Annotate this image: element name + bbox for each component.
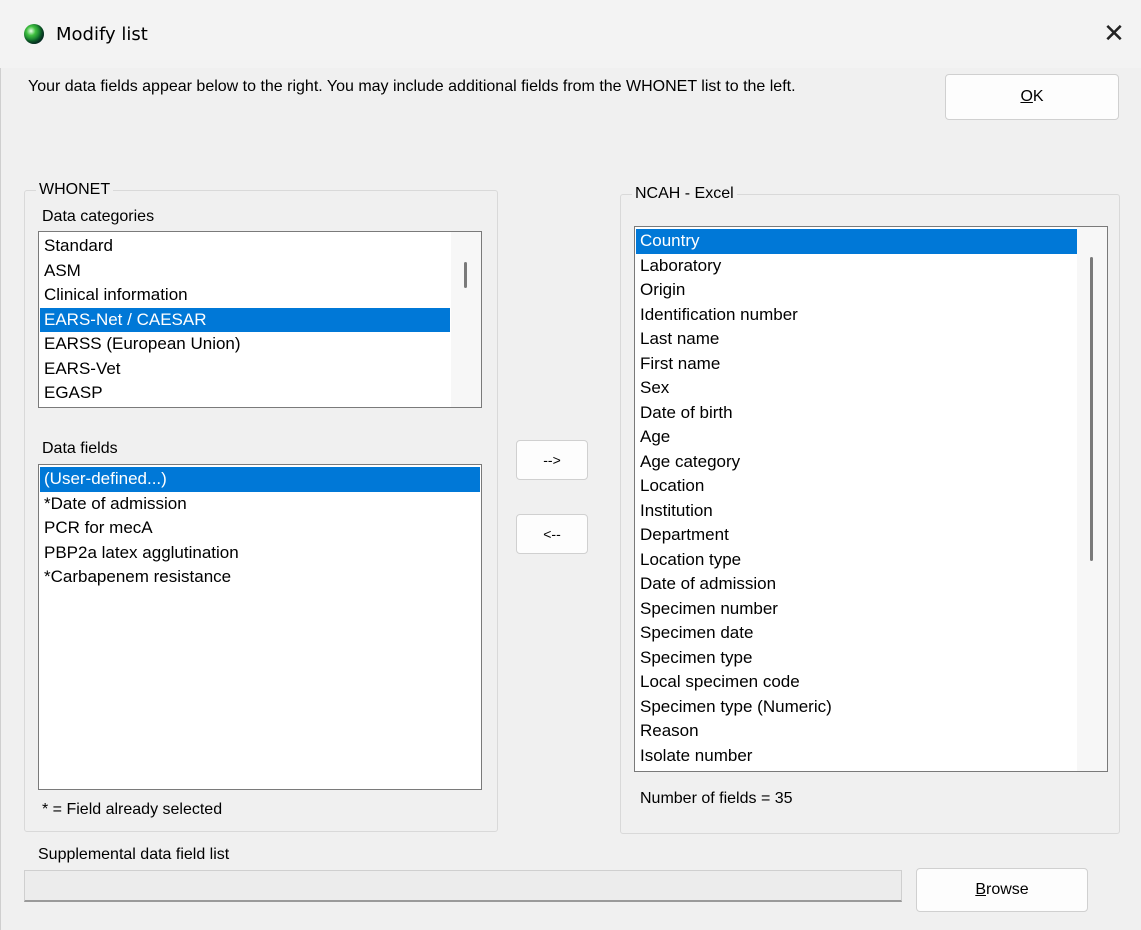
selected-field-list-item[interactable]: Age category	[636, 450, 1078, 475]
ok-button[interactable]: OK	[945, 74, 1119, 120]
selected-field-list-item[interactable]: Age	[636, 425, 1078, 450]
scrollbar-thumb[interactable]	[464, 262, 467, 288]
selected-field-list-item[interactable]: Isolate number	[636, 744, 1078, 769]
selected-field-list-item[interactable]: Specimen number	[636, 597, 1078, 622]
browse-mnemonic: B	[975, 881, 986, 898]
selected-field-list-item[interactable]: Reason	[636, 719, 1078, 744]
data-field-list-item[interactable]: *Carbapenem resistance	[40, 565, 480, 590]
selected-field-list-item[interactable]: Origin	[636, 278, 1078, 303]
data-categories-list[interactable]: Standard ASM Clinical information EARS-Net …	[38, 231, 482, 408]
supplemental-label: Supplemental data field list	[38, 846, 230, 863]
selected-field-list-item[interactable]: Local specimen code	[636, 670, 1078, 695]
instructions-text: Your data fields appear below to the rig…	[28, 78, 796, 95]
data-fields-label: Data fields	[42, 440, 118, 457]
field-selected-footnote: * = Field already selected	[42, 801, 223, 818]
selected-field-list-item[interactable]: Last name	[636, 327, 1078, 352]
globe-icon	[24, 24, 44, 44]
selected-field-list-item[interactable]: First name	[636, 352, 1078, 377]
selected-field-list-item[interactable]: Specimen date	[636, 621, 1078, 646]
category-list-item[interactable]: Clinical information	[40, 283, 450, 308]
scrollbar-thumb[interactable]	[1090, 257, 1093, 561]
data-categories-label: Data categories	[42, 208, 155, 225]
selected-field-list-item[interactable]: Laboratory	[636, 254, 1078, 279]
category-list-item[interactable]: EARSS (European Union)	[40, 332, 450, 357]
browse-label-rest: rowse	[985, 881, 1029, 898]
selected-field-list-item[interactable]: Date of birth	[636, 401, 1078, 426]
data-field-list-item[interactable]: PBP2a latex agglutination	[40, 541, 480, 566]
browse-button[interactable]: Browse	[916, 868, 1088, 912]
scrollbar[interactable]	[451, 232, 481, 407]
data-field-list-item[interactable]: PCR for mecA	[40, 516, 480, 541]
data-field-list-item[interactable]: (User-defined...)	[40, 467, 480, 492]
remove-field-button[interactable]: <--	[516, 514, 588, 554]
ok-label-rest: K	[1032, 88, 1044, 105]
selected-field-list-item[interactable]: Location type	[636, 548, 1078, 573]
supplemental-field-list-input[interactable]	[24, 870, 902, 902]
selected-field-list-item[interactable]: Sex	[636, 376, 1078, 401]
selected-field-list-item[interactable]: Location	[636, 474, 1078, 499]
selected-fields-list[interactable]: Country Laboratory Origin Identification nu…	[634, 226, 1108, 772]
category-list-item[interactable]: EARS-Net / CAESAR	[40, 307, 450, 332]
data-fields-list[interactable]: (User-defined...) *Date of admission PCR f…	[38, 464, 482, 790]
window-title: Modify list	[56, 24, 148, 45]
data-field-list-item[interactable]: *Date of admission	[40, 492, 480, 517]
category-list-item[interactable]: Standard	[40, 234, 450, 259]
selected-field-list-item[interactable]: Identification number	[636, 303, 1078, 328]
ok-mnemonic: O	[1020, 88, 1033, 105]
category-list-item[interactable]: ASM	[40, 259, 450, 284]
selected-field-list-item[interactable]: Specimen type (Numeric)	[636, 695, 1078, 720]
selected-field-list-item[interactable]: Date of admission	[636, 572, 1078, 597]
scrollbar[interactable]	[1077, 227, 1107, 771]
ncah-excel-group-title: NCAH - Excel	[632, 185, 737, 203]
selected-field-list-item[interactable]: Institution	[636, 499, 1078, 524]
selected-field-list-item[interactable]: Specimen type	[636, 646, 1078, 671]
selected-field-list-item[interactable]: Department	[636, 523, 1078, 548]
close-icon[interactable]: ✕	[1096, 18, 1132, 50]
field-count: Number of fields = 35	[640, 790, 793, 807]
category-list-item[interactable]: EGASP	[40, 381, 450, 406]
whonet-group-title: WHONET	[36, 181, 114, 199]
selected-field-list-item[interactable]: Country	[636, 229, 1078, 254]
window-border	[0, 68, 1, 930]
add-field-button[interactable]: -->	[516, 440, 588, 480]
category-list-item[interactable]: EARS-Vet	[40, 357, 450, 382]
title-bar: Modify list ✕	[0, 0, 1141, 68]
